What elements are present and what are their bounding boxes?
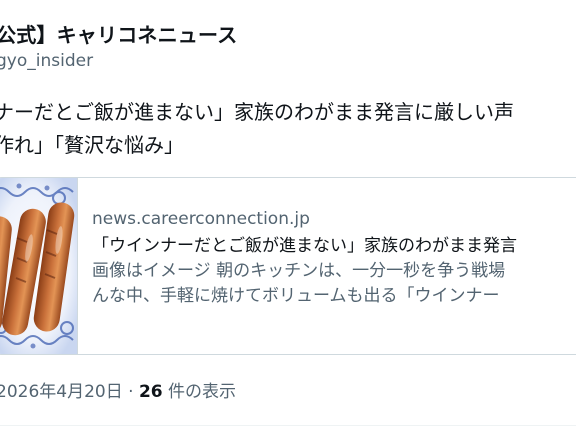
card-description-line: んな中、手軽に焼けてボリュームも出る「ウインナー <box>92 286 500 306</box>
card-domain: news.careerconnection.jp <box>92 209 310 229</box>
post-meta: 2026年4月20日 · 26 件の表示 <box>0 377 236 402</box>
divider <box>0 425 576 426</box>
post-container: 公式】キャリコネニュース gyo_insider ナーだとご飯が進まない」家族の… <box>0 0 576 430</box>
card-title: 「ウインナーだとご飯が進まない」家族のわがまま発言 <box>92 236 517 256</box>
meta-separator: · <box>128 382 134 402</box>
account-handle[interactable]: gyo_insider <box>0 51 93 71</box>
post-text-line: 作れ」「贅沢な悩み」 <box>0 133 184 157</box>
account-name[interactable]: 公式】キャリコネニュース <box>0 19 237 48</box>
sausage-thumbnail[interactable] <box>0 178 78 354</box>
view-count-label: 件の表示 <box>168 382 237 402</box>
sausage-image-icon <box>0 178 77 354</box>
post-text: ナーだとご飯が進まない」家族のわがまま発言に厳しい声 作れ」「贅沢な悩み」 <box>0 96 514 162</box>
card-body[interactable]: news.careerconnection.jp 「ウインナーだとご飯が進まない… <box>92 207 576 309</box>
link-preview-card[interactable]: news.careerconnection.jp 「ウインナーだとご飯が進まない… <box>0 177 576 355</box>
view-count: 26 <box>138 382 163 402</box>
card-description-line: 画像はイメージ 朝のキッチンは、一分一秒を争う戦場 <box>92 261 506 281</box>
post-text-line: ナーだとご飯が進まない」家族のわがまま発言に厳しい声 <box>0 100 514 124</box>
post-date[interactable]: 2026年4月20日 <box>0 382 123 402</box>
